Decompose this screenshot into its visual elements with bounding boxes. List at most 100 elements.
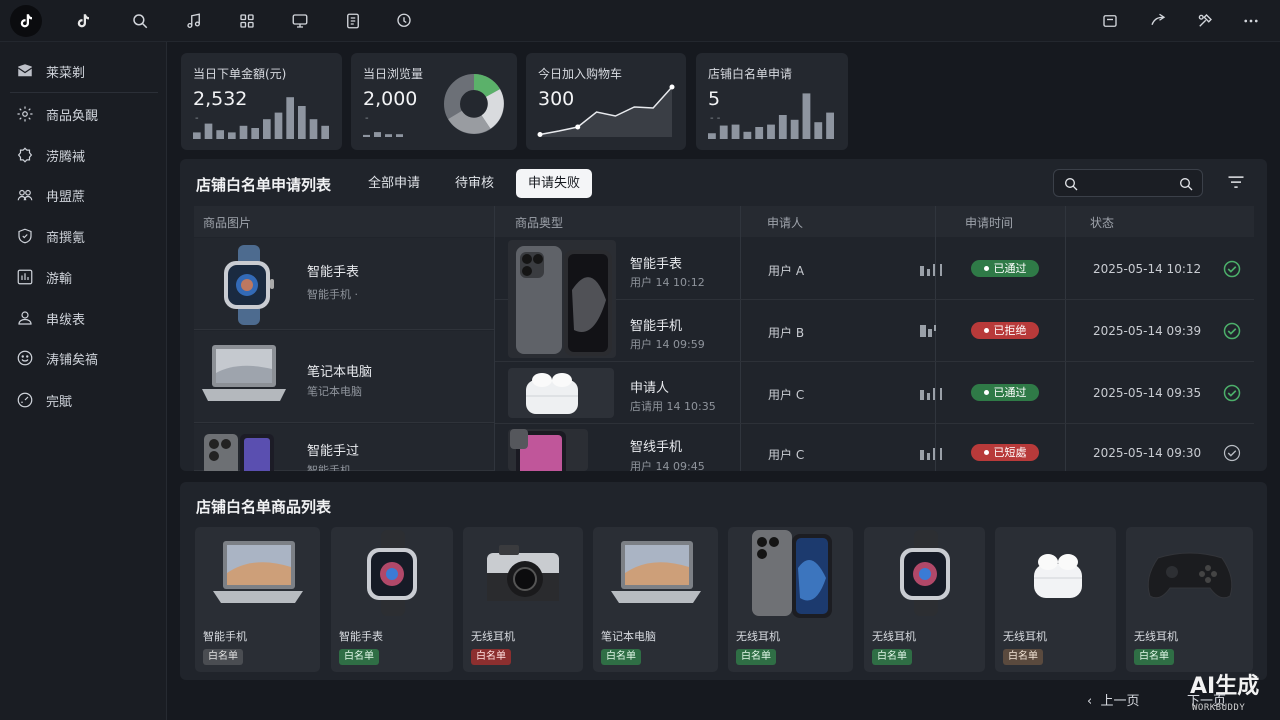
sidebar-item-5[interactable]: 游輸 <box>0 259 167 295</box>
goods-name: 智能手表 <box>339 630 383 643</box>
goods-name: 笔记本电脑 <box>601 630 656 643</box>
prev-page-label: 上一页 <box>1100 694 1140 709</box>
whitelist-tag: 白名单 <box>601 649 641 665</box>
user-icon <box>18 311 32 325</box>
signal-icon <box>920 388 942 400</box>
filter-icon[interactable] <box>1226 173 1246 193</box>
spark-bar <box>286 97 294 139</box>
spark-bar <box>204 123 213 139</box>
stat-label: 店铺白名单申请 <box>708 67 793 81</box>
monitor-icon[interactable] <box>287 8 313 34</box>
tools-icon[interactable] <box>1192 8 1218 34</box>
goods-name: 无线耳机 <box>471 630 515 643</box>
row-applicant: 用户 B <box>768 326 805 340</box>
goods-card[interactable]: 无线耳机 白名单 <box>995 527 1116 672</box>
status-badge: 已通过 <box>971 384 1039 401</box>
tiktok-icon[interactable] <box>70 8 96 34</box>
goods-name: 无线耳机 <box>736 630 780 643</box>
product-name: 智能手过 <box>307 444 360 459</box>
spark-bar <box>321 125 329 139</box>
sidebar-item-label: 游輸 <box>46 271 73 287</box>
stat-label: 当日下单金額(元) <box>193 67 287 81</box>
goods-card[interactable]: 智能手表 白名单 <box>331 527 453 672</box>
row-applicant: 用户 A <box>768 264 805 278</box>
spark-bar <box>731 124 740 139</box>
goods-name: 智能手机 <box>203 630 247 643</box>
panel-title: 店铺白名单申请列表 <box>196 176 332 194</box>
spark-bar <box>385 134 392 137</box>
search-icon[interactable] <box>1178 176 1194 192</box>
row-date: 2025-05-14 09:35 <box>1093 386 1202 400</box>
stat-line-chart <box>537 84 675 137</box>
tab-all[interactable]: 全部申请 <box>356 169 432 198</box>
window-icon[interactable] <box>1097 8 1123 34</box>
people-icon <box>17 189 33 201</box>
stat-card-orders: 当日下单金額(元) 2,532 - <box>181 53 342 150</box>
tab-pending[interactable]: 待审核 <box>443 169 506 198</box>
stat-card-views: 当日浏览量 2,000 - <box>351 53 517 150</box>
app-logo[interactable] <box>10 5 42 37</box>
sidebar-item-3[interactable]: 冉盟蔗 <box>0 177 167 213</box>
sidebar-item-7[interactable]: 涛铺矣禞 <box>0 340 167 376</box>
check-circle-icon[interactable] <box>1223 322 1241 340</box>
product-image <box>204 434 274 471</box>
spark-bar <box>708 133 716 139</box>
goods-card[interactable]: 智能手机 白名单 <box>195 527 320 672</box>
spark-bar <box>778 115 787 139</box>
goods-card[interactable]: 无线耳机 白名单 <box>728 527 853 672</box>
donut-slice-light <box>481 89 504 129</box>
spark-bar <box>251 128 259 139</box>
check-circle-icon[interactable] <box>1223 260 1241 278</box>
spark-bar <box>239 125 248 139</box>
grid-icon[interactable] <box>234 8 260 34</box>
watermark-sub: WORKBUDDY <box>1192 703 1246 713</box>
sidebar-item-0[interactable]: 莱菜剃 <box>0 53 167 89</box>
top-bar <box>0 0 1280 42</box>
sidebar-item-1[interactable]: 商品奂靦 <box>0 96 167 132</box>
sidebar-item-4[interactable]: 商撰氪 <box>0 218 167 254</box>
goods-card[interactable]: 无线耳机 白名单 <box>463 527 583 672</box>
search-input[interactable] <box>1053 169 1203 197</box>
sidebar-item-8[interactable]: 完賦 <box>0 382 167 418</box>
prev-page-button[interactable]: ‹ 上一页 <box>1087 690 1139 709</box>
row-product-name: 智线手机 <box>630 440 683 455</box>
music-icon[interactable] <box>181 8 207 34</box>
sidebar-item-6[interactable]: 串绂表 <box>0 300 167 336</box>
row-product-image <box>508 429 588 471</box>
row-date: 2025-05-14 09:30 <box>1093 446 1202 460</box>
check-circle-icon[interactable] <box>1223 384 1241 402</box>
table-row[interactable]: 智线手机 用户 14 09:45 用户 C 已短處 2025-05-14 09:… <box>495 424 1254 471</box>
document-icon[interactable] <box>340 8 366 34</box>
spark-bar <box>193 132 201 139</box>
signal-icon <box>920 264 942 276</box>
check-circle-outline-icon[interactable] <box>1223 444 1241 462</box>
stat-bar-chart <box>708 93 834 139</box>
tab-failed[interactable]: 申请失败 <box>516 169 593 198</box>
list-item[interactable]: 智能手过 智能手机 <box>194 424 494 471</box>
row-date: 2025-05-14 10:12 <box>1093 262 1202 276</box>
spark-bar <box>363 134 370 137</box>
spark-bar <box>814 122 823 139</box>
spark-bar <box>802 93 811 139</box>
status-text: 已通过 <box>993 386 1027 399</box>
goods-card[interactable]: 笔记本电脑 白名单 <box>593 527 718 672</box>
col-header: 申请时间 <box>965 216 1014 230</box>
goods-card[interactable]: 无线耳机 白名单 <box>1126 527 1253 672</box>
earbuds-image <box>526 373 578 414</box>
signal-icon <box>920 448 942 460</box>
list-item[interactable]: 笔记本电脑 笔记本电脑 <box>194 331 494 423</box>
sidebar-item-2[interactable]: 涝腾裓 <box>0 137 167 173</box>
row-product-name: 申请人 <box>630 381 670 396</box>
location-icon[interactable] <box>391 8 417 34</box>
list-item[interactable]: 智能手表 智能手机 · <box>194 238 494 330</box>
share-icon[interactable] <box>1145 8 1171 34</box>
search-icon[interactable] <box>127 8 153 34</box>
row-time-sub: 店请用 14 10:35 <box>630 400 716 413</box>
sidebar-item-label: 完賦 <box>46 394 73 410</box>
sidebar-item-label: 商撰氪 <box>46 230 86 246</box>
spark-bar <box>790 119 799 139</box>
sidebar-divider <box>10 92 158 93</box>
line-area <box>540 87 672 137</box>
goods-card[interactable]: 无线耳机 白名单 <box>864 527 985 672</box>
more-icon[interactable] <box>1238 8 1264 34</box>
